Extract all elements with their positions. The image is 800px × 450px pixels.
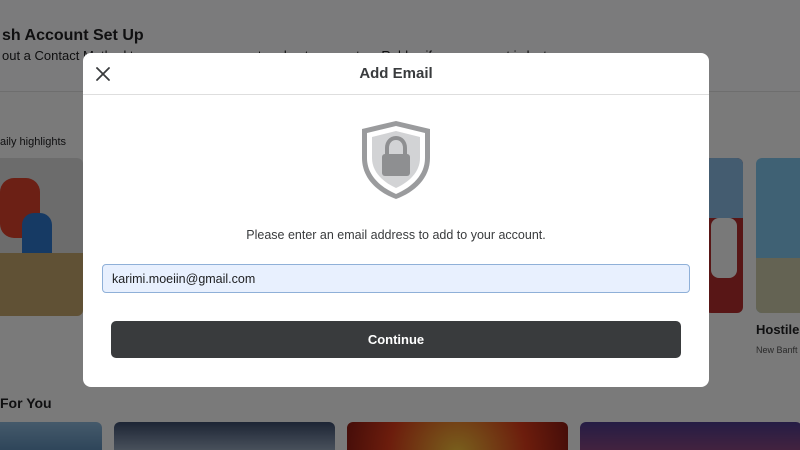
dialog-header: Add Email <box>83 53 709 95</box>
dialog-title: Add Email <box>359 65 433 82</box>
instruction-text: Please enter an email address to add to … <box>246 228 546 242</box>
continue-button[interactable]: Continue <box>111 321 681 358</box>
email-field[interactable] <box>102 264 690 293</box>
shield-lock-icon <box>359 118 433 202</box>
add-email-dialog: Add Email Please enter an email address … <box>83 53 709 387</box>
